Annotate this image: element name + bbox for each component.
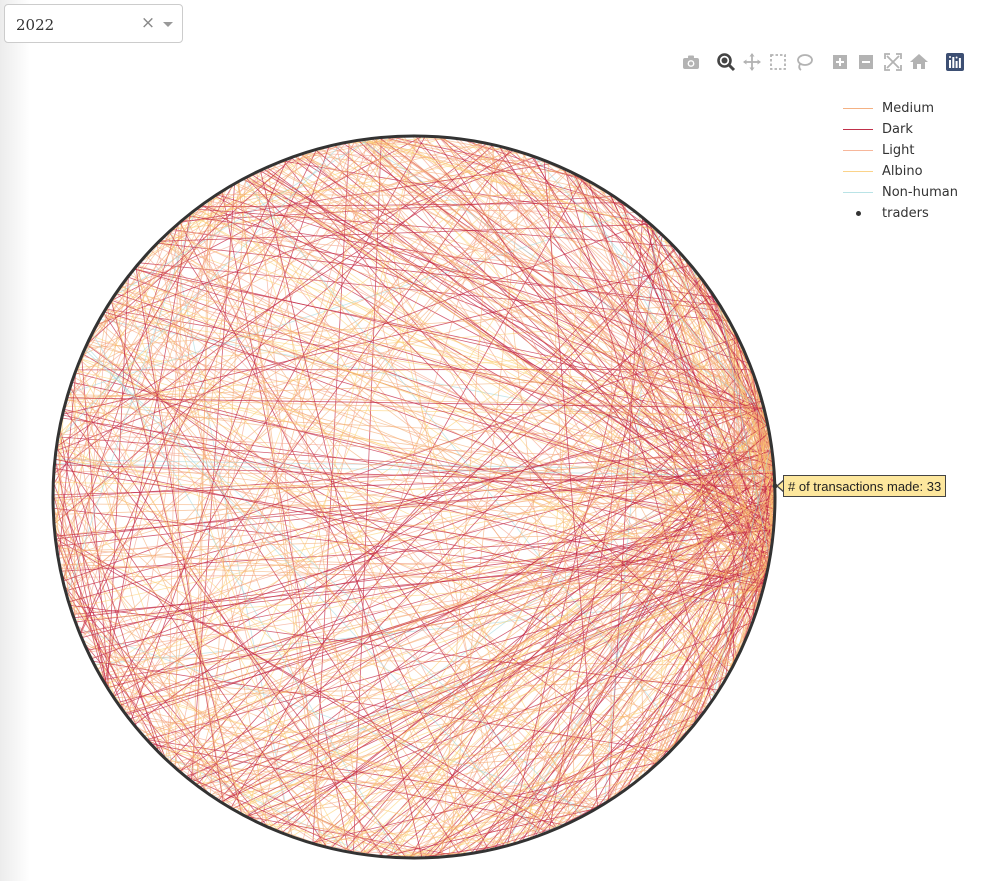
legend-item-traders[interactable]: traders [838,204,968,225]
legend-label: Non-human [882,185,958,200]
edge-medium [654,484,776,767]
camera-icon[interactable] [680,51,702,73]
edge-medium [90,656,734,666]
edge-non-human [113,138,371,297]
legend-swatch-albino [843,171,873,172]
legend-item-albino[interactable]: Albino [838,162,968,183]
year-dropdown[interactable]: 2022 × [4,4,183,43]
edge-albino [347,141,540,836]
zoom-out-icon[interactable] [855,51,877,73]
legend-item-non-human[interactable]: Non-human [838,183,968,204]
legend-label: traders [882,206,929,221]
edge-light [176,768,610,801]
legend-item-dark[interactable]: Dark [838,120,968,141]
edge-dark [76,368,752,371]
plot-modebar [0,51,1006,75]
legend-swatch-non-human [843,192,873,193]
box-select-icon[interactable] [767,51,789,73]
hover-tooltip: # of transactions made: 33 [783,475,947,497]
legend-marker-traders [856,211,861,216]
lasso-select-icon[interactable] [793,51,815,73]
edge-dark [406,709,706,859]
legend-item-light[interactable]: Light [838,141,968,162]
legend-label: Albino [882,164,923,179]
edge-medium [488,551,772,851]
year-dropdown-value: 2022 [16,16,55,34]
legend-swatch-light [843,150,873,151]
legend-swatch-dark [843,129,873,130]
plotly-logo-icon[interactable] [944,51,966,73]
edge-medium [65,180,588,591]
zoom-in-icon[interactable] [829,51,851,73]
legend-label: Medium [882,101,934,116]
clear-selection-icon[interactable]: × [140,14,156,32]
plot-legend: Medium Dark Light Albino Non-human trade… [838,99,968,225]
legend-swatch-medium [843,108,873,109]
edge-medium [90,161,281,336]
legend-item-medium[interactable]: Medium [838,99,968,120]
edges-layer [52,135,776,859]
legend-label: Dark [882,122,913,137]
reset-axes-icon[interactable] [908,51,930,73]
chevron-down-icon[interactable] [163,22,173,27]
autoscale-icon[interactable] [882,51,904,73]
legend-label: Light [882,143,915,158]
edge-light [63,204,203,411]
edge-light [167,223,180,762]
zoom-icon[interactable] [715,51,737,73]
edge-dark [183,774,357,854]
pan-icon[interactable] [741,51,763,73]
